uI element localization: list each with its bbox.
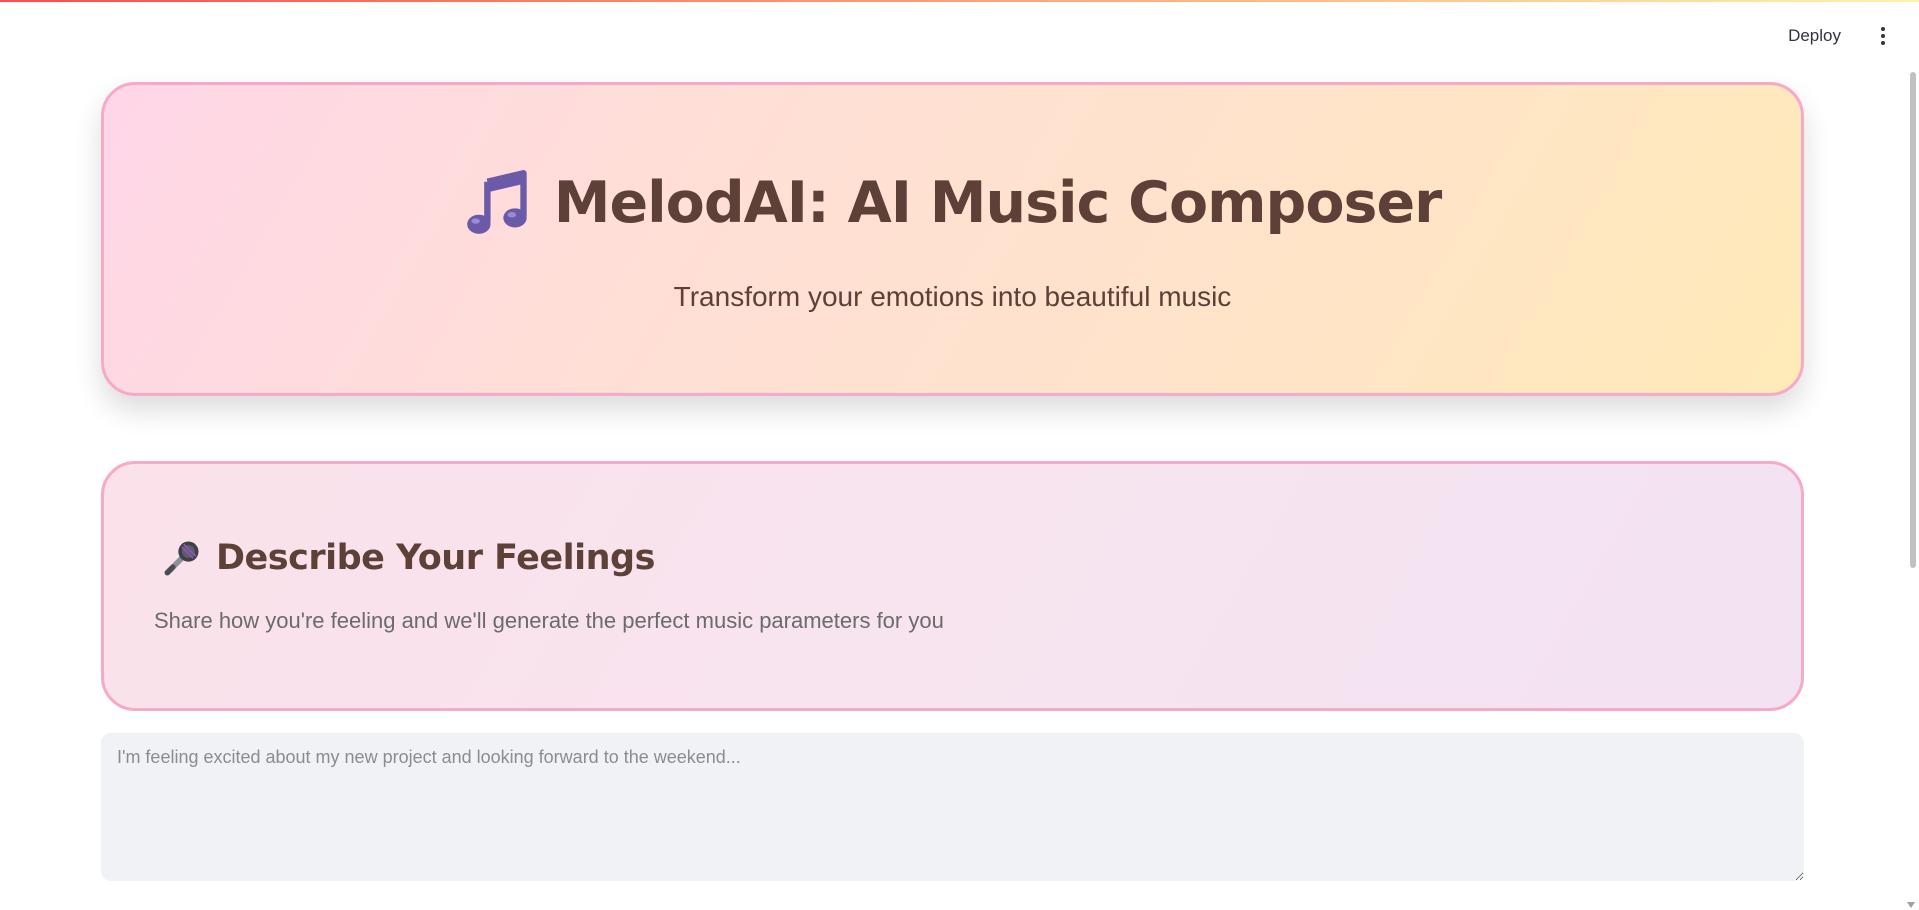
feelings-card: Describe Your Feelings Share how you're … [101, 461, 1804, 711]
page-title-text: MelodAI: AI Music Composer [553, 170, 1442, 236]
feelings-input[interactable] [101, 733, 1804, 881]
microphone-icon [164, 541, 199, 576]
feelings-heading-text: Describe Your Feelings [216, 538, 655, 578]
page-title: MelodAI: AI Music Composer [104, 169, 1801, 237]
deploy-button[interactable]: Deploy [1776, 18, 1853, 54]
scrollbar-thumb[interactable] [1910, 72, 1916, 568]
feelings-description: Share how you're feeling and we'll gener… [154, 608, 944, 633]
page-subtitle: Transform your emotions into beautiful m… [673, 281, 1232, 312]
main-menu-button[interactable] [1867, 18, 1899, 54]
vertical-dots-icon [1881, 27, 1885, 45]
scroll-down-arrow-icon[interactable] [1907, 902, 1915, 908]
hero-card: MelodAI: AI Music Composer Transform you… [101, 82, 1804, 396]
app-toolbar: Deploy [1776, 18, 1899, 54]
feelings-heading: Describe Your Feelings [160, 536, 655, 580]
top-decoration-bar [0, 0, 1919, 2]
music-note-icon [466, 170, 527, 234]
